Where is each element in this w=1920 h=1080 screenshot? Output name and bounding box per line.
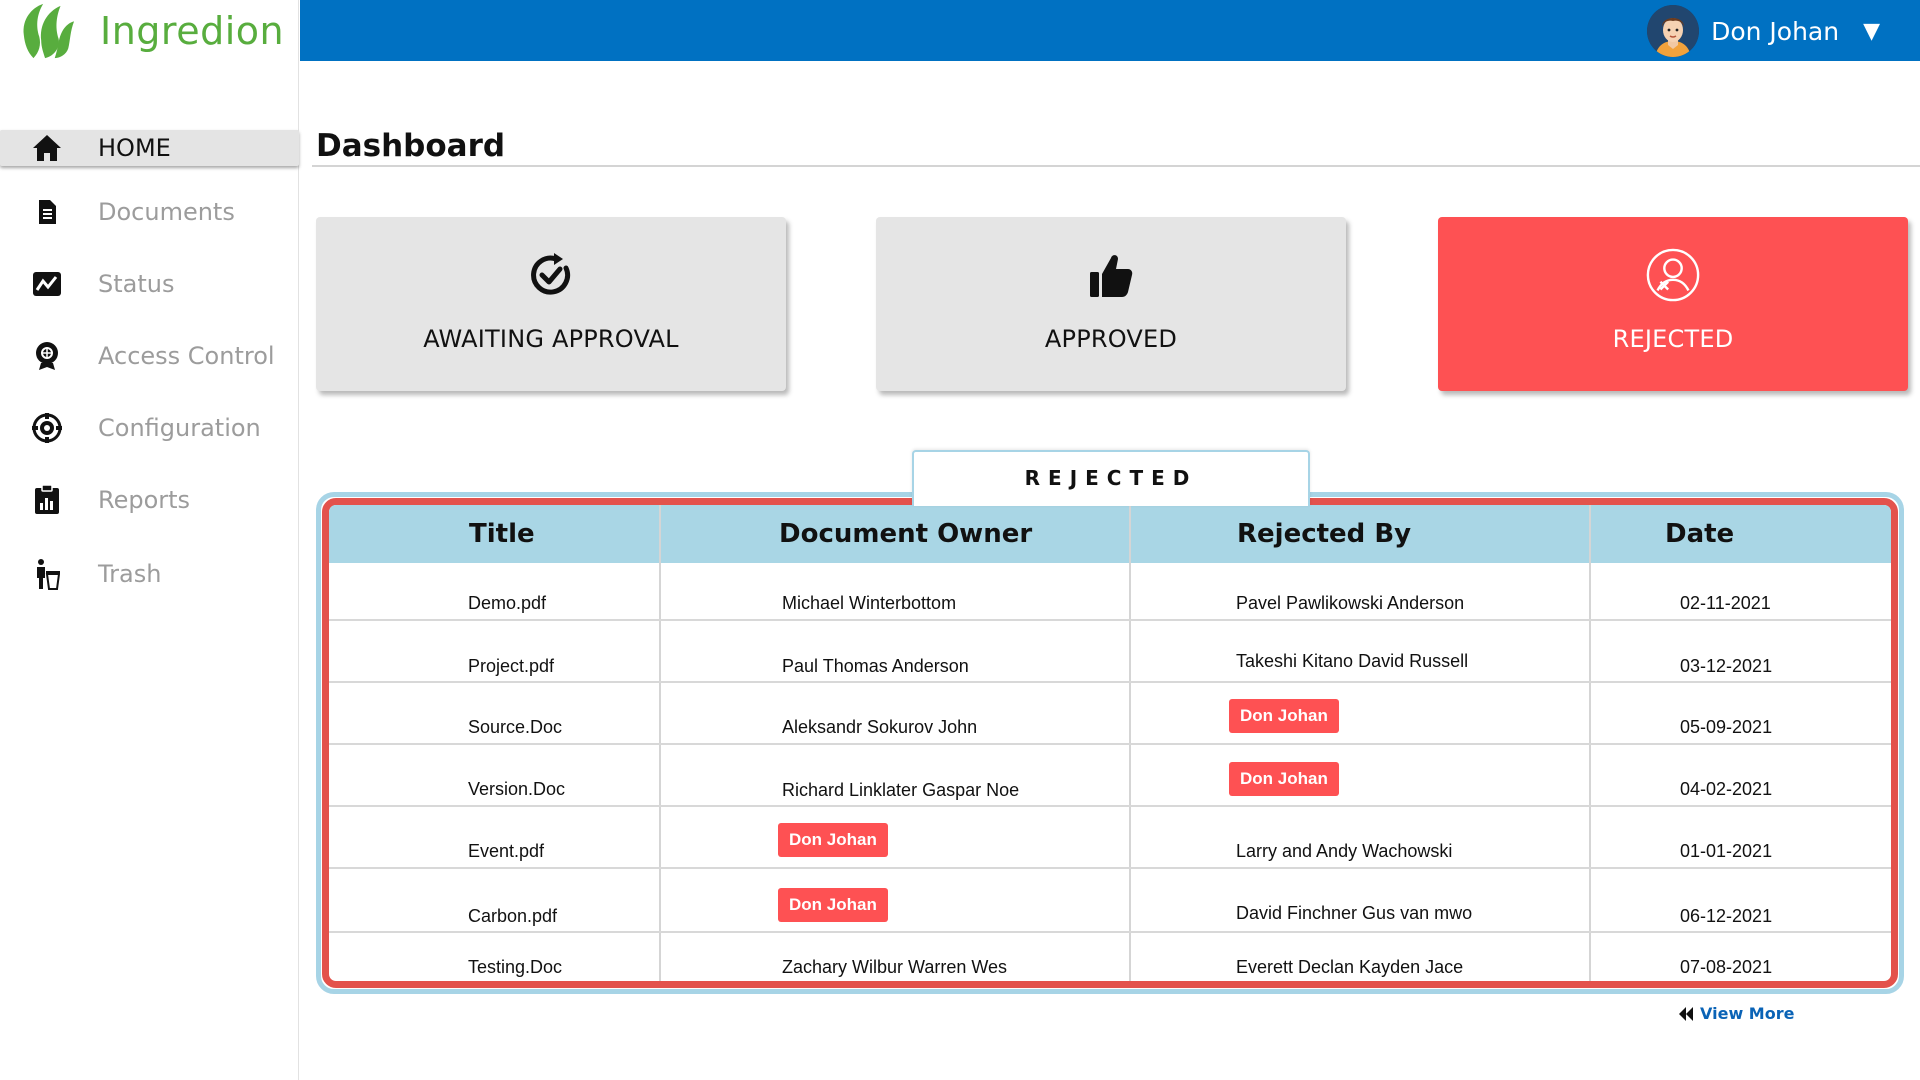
user-name: Don Johan bbox=[1711, 16, 1840, 46]
cell-rejected-by: Everett Declan Kayden Jace bbox=[1236, 957, 1464, 977]
cell-title[interactable]: Testing.Doc bbox=[468, 957, 562, 978]
home-icon bbox=[31, 132, 63, 164]
sidebar-item-label: Configuration bbox=[98, 414, 261, 442]
sidebar-item-label: Access Control bbox=[98, 342, 275, 370]
cell-rejected-by: Takeshi Kitano David Russell bbox=[1236, 651, 1469, 671]
sidebar-item-reports[interactable]: Reports bbox=[0, 482, 299, 518]
page-title: Dashboard bbox=[316, 128, 506, 164]
sidebar-item-label: Reports bbox=[98, 486, 191, 514]
cell-date: 01-01-2021 bbox=[1680, 841, 1773, 861]
row-divider bbox=[329, 681, 1891, 683]
table-tab-label: REJECTED bbox=[1024, 466, 1198, 490]
owner-badge[interactable]: Don Johan bbox=[778, 888, 888, 922]
cell-owner: Richard Linklater Gaspar Noe bbox=[782, 780, 1020, 800]
rejected-card[interactable]: REJECTED bbox=[1438, 217, 1908, 391]
cell-title[interactable]: Carbon.pdf bbox=[468, 906, 557, 927]
row-divider bbox=[329, 867, 1891, 869]
access-control-icon bbox=[31, 340, 63, 372]
leaf-logo-icon bbox=[23, 3, 75, 59]
row-divider bbox=[329, 743, 1891, 745]
sidebar-item-label: Documents bbox=[98, 198, 235, 226]
cell-rejected-by: David Finchner Gus van mwo bbox=[1236, 903, 1473, 923]
sidebar-item-documents[interactable]: Documents bbox=[0, 194, 299, 230]
user-menu[interactable]: Don Johan ▼ bbox=[1647, 4, 1880, 58]
card-label: REJECTED bbox=[1612, 325, 1734, 353]
cell-title[interactable]: Version.Doc bbox=[468, 779, 565, 800]
chevron-down-icon[interactable]: ▼ bbox=[1863, 19, 1880, 44]
status-icon bbox=[31, 268, 63, 300]
cell-date: 06-12-2021 bbox=[1680, 906, 1773, 926]
row-divider bbox=[329, 931, 1891, 933]
sidebar-item-access-control[interactable]: Access Control bbox=[0, 338, 299, 374]
cell-date: 04-02-2021 bbox=[1680, 779, 1773, 799]
card-label: AWAITING APPROVAL bbox=[423, 325, 679, 353]
rejected-by-badge[interactable]: Don Johan bbox=[1229, 699, 1339, 733]
sidebar-item-status[interactable]: Status bbox=[0, 266, 299, 302]
sidebar-item-configuration[interactable]: Configuration bbox=[0, 410, 299, 446]
cell-owner: Aleksandr Sokurov John bbox=[782, 717, 978, 737]
table-header: Title Document Owner Rejected By Date bbox=[329, 505, 1891, 563]
approved-card[interactable]: APPROVED bbox=[876, 217, 1346, 391]
row-divider bbox=[329, 805, 1891, 807]
cell-date: 02-11-2021 bbox=[1680, 593, 1771, 613]
cell-owner: Michael Winterbottom bbox=[782, 593, 957, 613]
cell-owner: Zachary Wilbur Warren Wes bbox=[782, 957, 1008, 977]
cell-title[interactable]: Event.pdf bbox=[468, 841, 544, 862]
cell-rejected-by: Pavel Pawlikowski Anderson bbox=[1236, 593, 1465, 613]
sidebar-item-home[interactable]: HOME bbox=[0, 130, 299, 166]
sidebar-item-label: Trash bbox=[98, 560, 162, 588]
awaiting-icon bbox=[523, 247, 579, 303]
column-header-title[interactable]: Title bbox=[469, 519, 535, 549]
cell-title[interactable]: Source.Doc bbox=[468, 717, 562, 738]
rejected-user-icon bbox=[1645, 247, 1701, 303]
app-logo[interactable]: Ingredion bbox=[18, 2, 284, 60]
app-name: Ingredion bbox=[100, 9, 285, 53]
view-more-link[interactable]: View More bbox=[1678, 1004, 1794, 1023]
avatar bbox=[1647, 5, 1700, 57]
view-more-label: View More bbox=[1700, 1004, 1795, 1023]
cell-date: 03-12-2021 bbox=[1680, 656, 1773, 676]
cell-date: 07-08-2021 bbox=[1680, 957, 1773, 977]
cell-rejected-by: Larry and Andy Wachowski bbox=[1236, 841, 1453, 861]
sidebar-item-label: Status bbox=[98, 270, 175, 298]
rewind-icon bbox=[1679, 1006, 1693, 1021]
sidebar-item-trash[interactable]: Trash bbox=[0, 556, 299, 592]
cell-date: 05-09-2021 bbox=[1680, 717, 1773, 737]
column-header-date[interactable]: Date bbox=[1665, 519, 1734, 549]
cell-title[interactable]: Project.pdf bbox=[468, 656, 554, 677]
sidebar: Ingredion HOME Documents Status Access C… bbox=[0, 0, 299, 1080]
title-divider bbox=[312, 165, 1920, 167]
configuration-icon bbox=[31, 412, 63, 444]
thumbs-up-icon bbox=[1083, 247, 1139, 303]
sidebar-item-label: HOME bbox=[98, 134, 171, 162]
rejected-by-badge[interactable]: Don Johan bbox=[1229, 762, 1339, 796]
cell-title[interactable]: Demo.pdf bbox=[468, 593, 546, 614]
column-header-rejected-by[interactable]: Rejected By bbox=[1237, 519, 1411, 549]
awaiting-approval-card[interactable]: AWAITING APPROVAL bbox=[316, 217, 786, 391]
rejected-table: Title Document Owner Rejected By Date De… bbox=[322, 498, 1898, 988]
card-label: APPROVED bbox=[1044, 325, 1178, 353]
top-bar: Don Johan ▼ bbox=[300, 0, 1920, 61]
column-header-owner[interactable]: Document Owner bbox=[779, 519, 1032, 549]
trash-icon bbox=[31, 558, 63, 590]
reports-icon bbox=[31, 484, 63, 516]
table-tab[interactable]: REJECTED bbox=[912, 450, 1310, 506]
owner-badge[interactable]: Don Johan bbox=[778, 823, 888, 857]
row-divider bbox=[329, 619, 1891, 621]
cell-owner: Paul Thomas Anderson bbox=[782, 656, 969, 676]
document-icon bbox=[31, 196, 63, 228]
